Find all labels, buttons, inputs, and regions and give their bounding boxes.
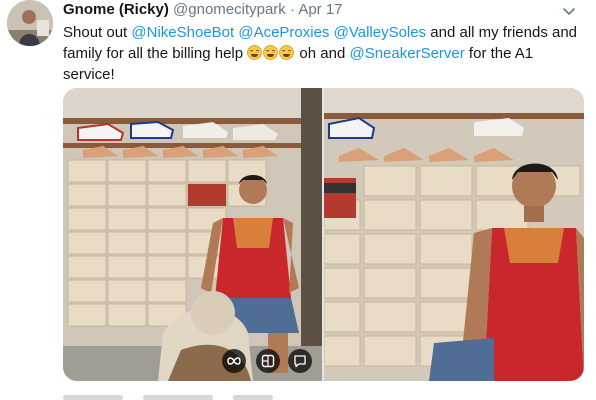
mention-aceproxies[interactable]: @AceProxies	[238, 24, 329, 41]
avatar[interactable]	[7, 0, 53, 46]
display-name[interactable]: Gnome (Ricky)	[63, 1, 169, 18]
mention-nikeshoebot[interactable]: @NikeShoeBot	[131, 24, 234, 41]
timestamp[interactable]: Apr 17	[298, 1, 342, 18]
photo-man-smiling	[324, 88, 584, 381]
user-handle[interactable]: @gnomecitypark	[173, 1, 286, 18]
grid-icon	[261, 354, 275, 368]
chevron-down-icon[interactable]	[562, 4, 576, 18]
tweet-text: Shout out @NikeShoeBot @AceProxies @Vall…	[63, 22, 588, 85]
speech-bubble-icon	[294, 355, 306, 368]
infinity-icon	[227, 357, 241, 365]
text-segment: oh and	[295, 45, 350, 62]
face-with-tears-of-joy-icon	[247, 45, 263, 60]
loop-button[interactable]	[222, 349, 246, 373]
separator-dot: ·	[289, 1, 295, 18]
face-with-tears-of-joy-icon	[263, 45, 279, 60]
face-with-tears-of-joy-icon	[279, 45, 295, 60]
mention-sneakerserver[interactable]: @SneakerServer	[349, 45, 464, 62]
media-grid	[63, 88, 584, 381]
next-tweet-preview	[63, 393, 584, 400]
photo-left[interactable]	[63, 88, 322, 381]
tweet-header: Gnome (Ricky) @gnomecitypark · Apr 17	[63, 0, 343, 19]
chat-button[interactable]	[288, 349, 312, 373]
photo-right[interactable]	[324, 88, 584, 381]
grid-view-button[interactable]	[256, 349, 280, 373]
photo-man-with-bulldog	[63, 88, 322, 381]
mention-valleysoles[interactable]: @ValleySoles	[334, 24, 427, 41]
avatar-image	[7, 0, 53, 46]
text-segment: Shout out	[63, 24, 132, 41]
